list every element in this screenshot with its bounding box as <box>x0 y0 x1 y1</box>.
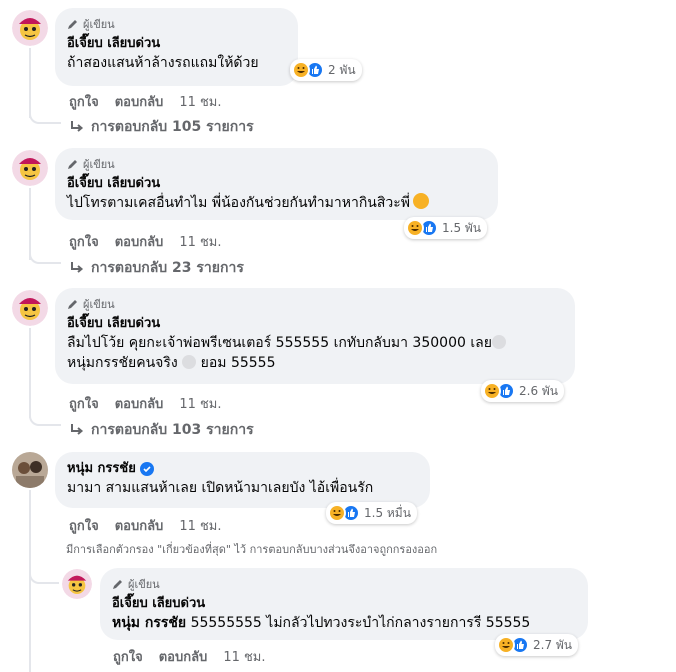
avatar[interactable] <box>12 452 48 488</box>
timestamp[interactable]: 11 ชม. <box>179 515 221 536</box>
haha-reaction-icon <box>292 61 310 79</box>
avatar[interactable] <box>62 569 92 599</box>
hidden-emoji-icon <box>491 335 506 349</box>
thread-elbow <box>29 240 61 264</box>
reply-button[interactable]: ตอบกลับ <box>115 393 164 414</box>
comment-bubble: ผู้เขียน อีเจี๊ยบ เลียบด่วน ลืมไปโว้ย คุ… <box>55 288 575 384</box>
reply-button[interactable]: ตอบกลับ <box>115 515 164 536</box>
comment-text: หนุ่มกรรชัยคนจริง ยอม 55555 <box>67 355 276 371</box>
comment-author[interactable]: อีเจี๊ยบ เลียบด่วน <box>112 595 576 613</box>
thread-elbow <box>29 100 61 124</box>
comment-bubble: หนุ่ม กรรชัย มามา สามแสนห้าเลย เปิดหน้าม… <box>55 452 430 508</box>
view-replies-link[interactable]: การตอบกลับ 23 รายการ <box>69 257 244 279</box>
grin-emoji-icon <box>413 193 430 209</box>
avatar[interactable] <box>12 150 48 186</box>
pen-icon <box>68 299 77 309</box>
haha-reaction-icon <box>406 219 424 237</box>
cartoon-avatar-icon <box>62 569 92 599</box>
filter-notice: มีการเลือกตัวกรอง "เกี่ยวข้องที่สุด" ไว้… <box>66 543 438 556</box>
pen-icon <box>113 579 122 589</box>
comment-bubble: ผู้เขียน อีเจี๊ยบ เลียบด่วน หนุ่ม กรรชัย… <box>100 568 588 640</box>
cartoon-avatar-icon <box>12 10 48 46</box>
comment-text: ไปโทรตามเคสอื่นทำไม พี่น้องกันช่วยกันทำม… <box>67 193 486 213</box>
timestamp[interactable]: 11 ชม. <box>179 393 221 414</box>
reply-button[interactable]: ตอบกลับ <box>115 231 164 252</box>
comment-text: ถ้าสองแสนห้าล้างรถแถมให้ด้วย <box>67 55 259 71</box>
author-badge: ผู้เขียน <box>67 156 486 171</box>
mention-link[interactable]: หนุ่ม กรรชัย <box>112 615 186 631</box>
reaction-summary[interactable]: 2 พัน <box>290 59 362 81</box>
timestamp[interactable]: 11 ชม. <box>179 91 221 112</box>
like-button[interactable]: ถูกใจ <box>69 231 99 252</box>
reaction-count: 1.5 หมื่น <box>364 505 411 520</box>
like-button[interactable]: ถูกใจ <box>113 646 143 667</box>
comment-text: ลืมไปโว้ย คุยกะเจ้าพ่อพรีเซนเตอร์ 555555… <box>67 333 563 353</box>
haha-reaction-icon <box>328 504 346 522</box>
comment-author[interactable]: อีเจี๊ยบ เลียบด่วน <box>67 35 286 53</box>
like-button[interactable]: ถูกใจ <box>69 393 99 414</box>
cartoon-avatar-icon <box>12 150 48 186</box>
comment-text: หนุ่ม กรรชัย 55555555 ไม่กลัวไปทวงระบำไก… <box>112 615 531 631</box>
reply-arrow-icon <box>71 121 84 132</box>
reply-arrow-icon <box>71 424 84 435</box>
timestamp[interactable]: 11 ชม. <box>223 646 265 667</box>
reaction-count: 2 พัน <box>328 62 356 77</box>
comment-author[interactable]: หนุ่ม กรรชัย <box>67 460 418 478</box>
haha-reaction-icon <box>497 636 515 654</box>
cartoon-avatar-icon <box>12 290 48 326</box>
reaction-count: 1.5 พัน <box>442 220 482 235</box>
reaction-summary[interactable]: 2.7 พัน <box>495 634 579 656</box>
reaction-count: 2.7 พัน <box>533 637 573 652</box>
comment-actions: ถูกใจ ตอบกลับ 11 ชม. <box>69 91 238 112</box>
view-replies-link[interactable]: การตอบกลับ 105 รายการ <box>69 116 254 138</box>
photo-avatar-icon <box>12 452 48 488</box>
comment-actions: ถูกใจ ตอบกลับ 11 ชม. <box>69 515 238 536</box>
thread-elbow <box>29 402 61 426</box>
avatar[interactable] <box>12 10 48 46</box>
comment-actions: ถูกใจ ตอบกลับ 11 ชม. <box>113 646 282 667</box>
comment-actions: ถูกใจ ตอบกลับ 11 ชม. <box>69 393 238 414</box>
thread-line <box>29 490 31 672</box>
comment-bubble: ผู้เขียน อีเจี๊ยบ เลียบด่วน ถ้าสองแสนห้า… <box>55 8 298 86</box>
comment-text: มามา สามแสนห้าเลย เปิดหน้ามาเลยบัง ไอ้เพ… <box>67 480 374 496</box>
timestamp[interactable]: 11 ชม. <box>179 231 221 252</box>
hidden-emoji-icon <box>182 355 197 369</box>
reply-button[interactable]: ตอบกลับ <box>159 646 208 667</box>
comment-actions: ถูกใจ ตอบกลับ 11 ชม. <box>69 231 238 252</box>
like-button[interactable]: ถูกใจ <box>69 91 99 112</box>
author-badge: ผู้เขียน <box>67 296 563 311</box>
reply-button[interactable]: ตอบกลับ <box>115 91 164 112</box>
author-badge: ผู้เขียน <box>112 576 576 591</box>
verified-badge-icon <box>139 462 154 476</box>
thread-elbow <box>29 560 59 584</box>
comment-bubble: ผู้เขียน อีเจี๊ยบ เลียบด่วน ไปโทรตามเคสอ… <box>55 148 498 220</box>
reaction-count: 2.6 พัน <box>519 383 559 398</box>
reaction-summary[interactable]: 2.6 พัน <box>481 380 565 402</box>
reaction-summary[interactable]: 1.5 พัน <box>404 217 488 239</box>
comment-author[interactable]: อีเจี๊ยบ เลียบด่วน <box>67 315 563 333</box>
haha-reaction-icon <box>483 382 501 400</box>
pen-icon <box>68 159 77 169</box>
like-button[interactable]: ถูกใจ <box>69 515 99 536</box>
pen-icon <box>68 19 77 29</box>
avatar[interactable] <box>12 290 48 326</box>
reaction-summary[interactable]: 1.5 หมื่น <box>326 502 417 524</box>
view-replies-link[interactable]: การตอบกลับ 103 รายการ <box>69 419 254 441</box>
author-badge: ผู้เขียน <box>67 16 286 31</box>
comment-author[interactable]: อีเจี๊ยบ เลียบด่วน <box>67 175 486 193</box>
reply-arrow-icon <box>71 262 84 273</box>
